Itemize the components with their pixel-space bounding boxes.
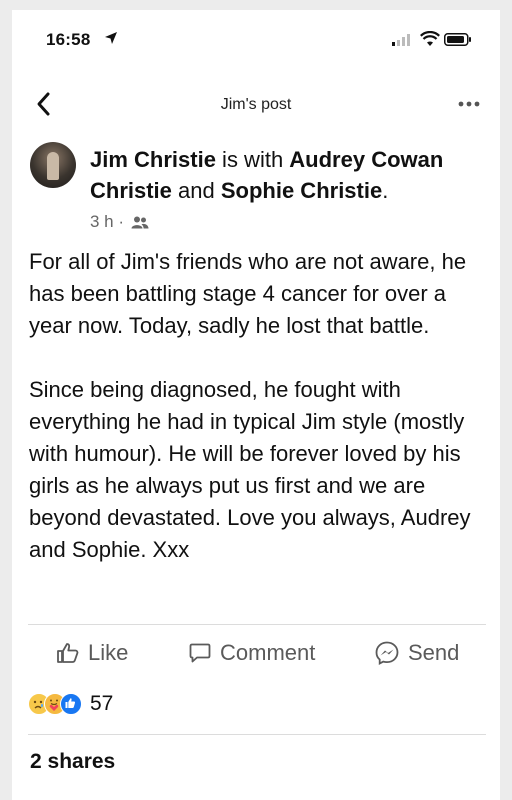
wifi-icon — [420, 31, 440, 46]
reaction-count: 57 — [90, 692, 114, 715]
tagged-person-2[interactable]: Sophie Christie — [221, 178, 382, 203]
like-label: Like — [88, 640, 129, 665]
cellular-signal-icon — [392, 34, 410, 46]
comment-bubble-icon — [189, 643, 211, 663]
post-header: Jim Christie is with Audrey Cowan Christ… — [12, 136, 500, 240]
send-button[interactable]: Send — [374, 638, 459, 668]
messenger-icon — [375, 641, 399, 665]
post-body: For all of Jim's friends who are not awa… — [29, 246, 493, 598]
status-bar: 16:58 — [12, 10, 500, 66]
phone-screen: 16:58 Jim's post Jim Christie is with Au… — [12, 10, 500, 800]
with-text: is with — [215, 147, 290, 172]
author-avatar[interactable] — [30, 142, 76, 188]
location-arrow-icon — [105, 32, 117, 44]
shares-count[interactable]: 2 shares — [30, 750, 115, 774]
like-reaction-icon — [60, 693, 82, 715]
period-text: . — [382, 178, 389, 203]
friends-audience-icon — [131, 216, 149, 229]
page-title: Jim's post — [220, 96, 292, 113]
reactions-summary[interactable]: 57 — [28, 690, 113, 718]
post-paragraph-2: Since being diagnosed, he fought with ev… — [29, 377, 471, 562]
post-paragraph-1: For all of Jim's friends who are not awa… — [29, 249, 467, 338]
like-button[interactable]: Like — [56, 638, 128, 668]
comment-button[interactable]: Comment — [188, 638, 315, 668]
clock: 16:58 — [46, 30, 91, 49]
divider — [28, 734, 486, 735]
send-label: Send — [408, 640, 460, 665]
divider — [28, 624, 486, 625]
more-options-icon[interactable] — [458, 100, 480, 108]
and-text: and — [171, 178, 221, 203]
post-author-line: Jim Christie is with Audrey Cowan Christ… — [90, 144, 490, 206]
avatar-figure — [47, 152, 59, 180]
post-meta: 3 h · — [90, 212, 149, 232]
post-actions: Like Comment Send — [12, 632, 500, 672]
thumbs-up-icon — [57, 643, 79, 663]
comment-label: Comment — [220, 640, 316, 665]
post-timestamp[interactable]: 3 h · — [90, 212, 124, 231]
nav-bar: Jim's post — [12, 84, 500, 124]
author-name[interactable]: Jim Christie — [90, 147, 216, 172]
battery-icon — [444, 33, 471, 46]
